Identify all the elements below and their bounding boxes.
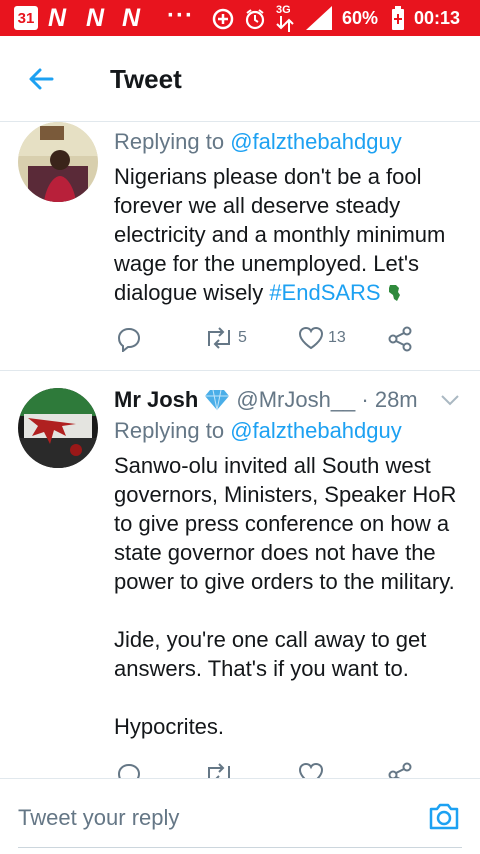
input-underline xyxy=(18,847,462,848)
notification-n-icon: N xyxy=(122,4,140,32)
data-arrows-icon xyxy=(276,16,294,32)
reply-input[interactable]: Tweet your reply xyxy=(18,805,179,831)
like-button[interactable]: 13 xyxy=(298,326,346,350)
retweet-icon xyxy=(208,327,230,349)
retweet-button[interactable]: 5 xyxy=(204,326,247,350)
hashtag-link[interactable]: #EndSARS xyxy=(269,280,380,305)
africa-map-icon xyxy=(388,285,400,301)
tweet-item[interactable]: Replying to @falzthebahdguy Nigerians pl… xyxy=(0,122,480,368)
app-bar: Tweet xyxy=(0,36,480,122)
mention-link[interactable]: @falzthebahdguy xyxy=(230,129,402,154)
reply-composer: Tweet your reply xyxy=(0,778,480,854)
display-name[interactable]: Mr Josh xyxy=(114,386,198,414)
status-bar: 31 N N N ··· 3G 60% 00:13 xyxy=(0,0,480,36)
share-icon[interactable] xyxy=(388,762,412,778)
tweet-actions xyxy=(116,762,426,778)
replying-to: Replying to @falzthebahdguy xyxy=(114,128,464,156)
replying-prefix: Replying to xyxy=(114,129,231,154)
tweet-header: Mr Josh @MrJosh__ · 28m xyxy=(114,386,464,414)
battery-icon xyxy=(392,6,404,30)
tweet-text: Sanwo-olu invited all South west governo… xyxy=(114,453,457,739)
more-notifications-icon: ··· xyxy=(167,2,194,29)
divider xyxy=(0,370,480,371)
arrow-left-icon[interactable] xyxy=(26,64,56,94)
tweet-actions: 5 13 xyxy=(116,326,426,356)
data-saver-icon xyxy=(212,8,234,30)
battery-percent: 60% xyxy=(342,8,379,28)
replying-to: Replying to @falzthebahdguy xyxy=(114,417,464,445)
chevron-down-icon[interactable] xyxy=(440,394,460,406)
alarm-icon xyxy=(245,9,265,30)
like-count: 13 xyxy=(328,329,346,346)
network-type: 3G xyxy=(276,4,291,16)
reply-icon[interactable] xyxy=(116,326,142,352)
tweet-item[interactable]: Mr Josh @MrJosh__ · 28m Replying to @fal… xyxy=(0,380,480,778)
signal-icon xyxy=(306,6,332,30)
retweet-icon[interactable] xyxy=(204,762,234,778)
tweet-text: Nigerians please don't be a fool forever… xyxy=(114,162,464,307)
notification-n-icon: N xyxy=(86,4,104,32)
avatar[interactable] xyxy=(18,388,98,468)
handle-timestamp: @MrJosh__ · 28m xyxy=(236,387,418,412)
share-icon[interactable] xyxy=(388,326,412,352)
notification-n-icon: N xyxy=(48,4,66,32)
reply-icon[interactable] xyxy=(116,762,142,778)
heart-icon[interactable] xyxy=(298,762,324,778)
avatar[interactable] xyxy=(18,122,98,202)
camera-icon[interactable] xyxy=(428,801,460,831)
replying-prefix: Replying to xyxy=(114,418,231,443)
retweet-count: 5 xyxy=(238,329,247,346)
calendar-icon: 31 xyxy=(14,6,38,30)
page-title: Tweet xyxy=(110,64,182,94)
mention-link[interactable]: @falzthebahdguy xyxy=(230,418,402,443)
diamond-icon xyxy=(205,389,230,411)
heart-icon xyxy=(298,326,324,350)
clock: 00:13 xyxy=(414,8,461,28)
